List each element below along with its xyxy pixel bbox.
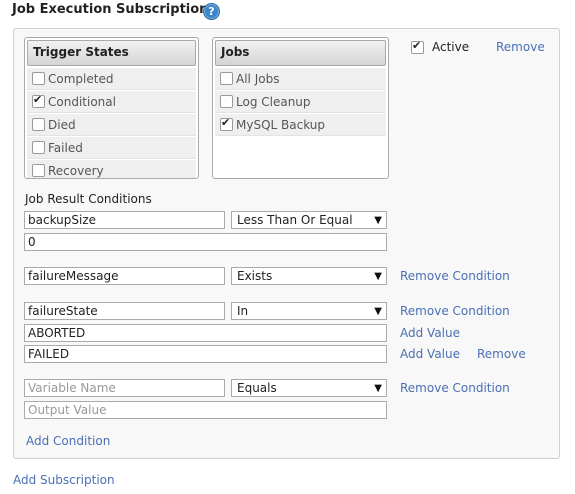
checkbox[interactable] bbox=[220, 95, 233, 108]
add-value-link[interactable]: Add Value bbox=[400, 347, 460, 361]
condition-value-input[interactable]: Output Value bbox=[24, 401, 387, 419]
conditions-title: Job Result Conditions bbox=[25, 192, 152, 206]
condition-value-input[interactable]: ABORTED bbox=[24, 324, 387, 342]
remove-subscription-link[interactable]: Remove bbox=[496, 40, 545, 54]
condition-operator-select[interactable]: Less Than Or Equal ▼ bbox=[231, 211, 387, 229]
dropdown-arrow-icon: ▼ bbox=[374, 383, 382, 394]
condition-operator-select[interactable]: In ▼ bbox=[231, 302, 387, 320]
remove-condition-link[interactable]: Remove Condition bbox=[400, 304, 510, 318]
checkbox[interactable] bbox=[220, 72, 233, 85]
condition-value-input[interactable]: FAILED bbox=[24, 345, 387, 363]
condition-value-input[interactable]: 0 bbox=[24, 233, 387, 251]
add-subscription-link[interactable]: Add Subscription bbox=[13, 473, 115, 487]
job-mysql-backup[interactable]: MySQL Backup bbox=[215, 114, 386, 136]
remove-value-link[interactable]: Remove bbox=[477, 347, 526, 361]
condition-operator-select[interactable]: Exists ▼ bbox=[231, 267, 387, 285]
trigger-state-conditional[interactable]: Conditional bbox=[27, 91, 196, 113]
trigger-state-died[interactable]: Died bbox=[27, 114, 196, 136]
trigger-state-recovery[interactable]: Recovery bbox=[27, 160, 196, 178]
jobs-list: Jobs All Jobs Log Cleanup MySQL Backup bbox=[212, 37, 389, 179]
trigger-states-header: Trigger States bbox=[27, 40, 196, 66]
remove-condition-link[interactable]: Remove Condition bbox=[400, 269, 510, 283]
add-value-link[interactable]: Add Value bbox=[400, 326, 460, 340]
checkbox-checked[interactable] bbox=[220, 116, 233, 131]
checkbox-checked[interactable] bbox=[32, 93, 45, 108]
trigger-states-list: Trigger States Completed Conditional Die… bbox=[24, 37, 199, 179]
dropdown-arrow-icon: ▼ bbox=[374, 271, 382, 282]
page-title: Job Execution Subscriptions bbox=[12, 2, 217, 17]
checkbox[interactable] bbox=[32, 164, 45, 177]
job-all-jobs[interactable]: All Jobs bbox=[215, 68, 386, 90]
add-condition-link[interactable]: Add Condition bbox=[26, 434, 110, 448]
checkbox[interactable] bbox=[32, 118, 45, 131]
condition-variable-input[interactable]: backupSize bbox=[24, 211, 225, 229]
trigger-state-completed[interactable]: Completed bbox=[27, 68, 196, 90]
checkbox[interactable] bbox=[32, 72, 45, 85]
condition-operator-select[interactable]: Equals ▼ bbox=[231, 379, 387, 397]
condition-variable-input[interactable]: Variable Name bbox=[24, 379, 225, 397]
checkbox[interactable] bbox=[32, 141, 45, 154]
job-log-cleanup[interactable]: Log Cleanup bbox=[215, 91, 386, 113]
remove-condition-link[interactable]: Remove Condition bbox=[400, 381, 510, 395]
jobs-header: Jobs bbox=[215, 40, 386, 66]
condition-variable-input[interactable]: failureMessage bbox=[24, 267, 225, 285]
condition-variable-input[interactable]: failureState bbox=[24, 302, 225, 320]
dropdown-arrow-icon: ▼ bbox=[374, 306, 382, 317]
active-label: Active bbox=[432, 40, 470, 54]
dropdown-arrow-icon: ▼ bbox=[374, 215, 382, 226]
active-checkbox[interactable] bbox=[411, 39, 424, 54]
trigger-state-failed[interactable]: Failed bbox=[27, 137, 196, 159]
subscription-panel: Trigger States Completed Conditional Die… bbox=[13, 28, 560, 459]
help-icon[interactable]: ? bbox=[203, 3, 220, 20]
